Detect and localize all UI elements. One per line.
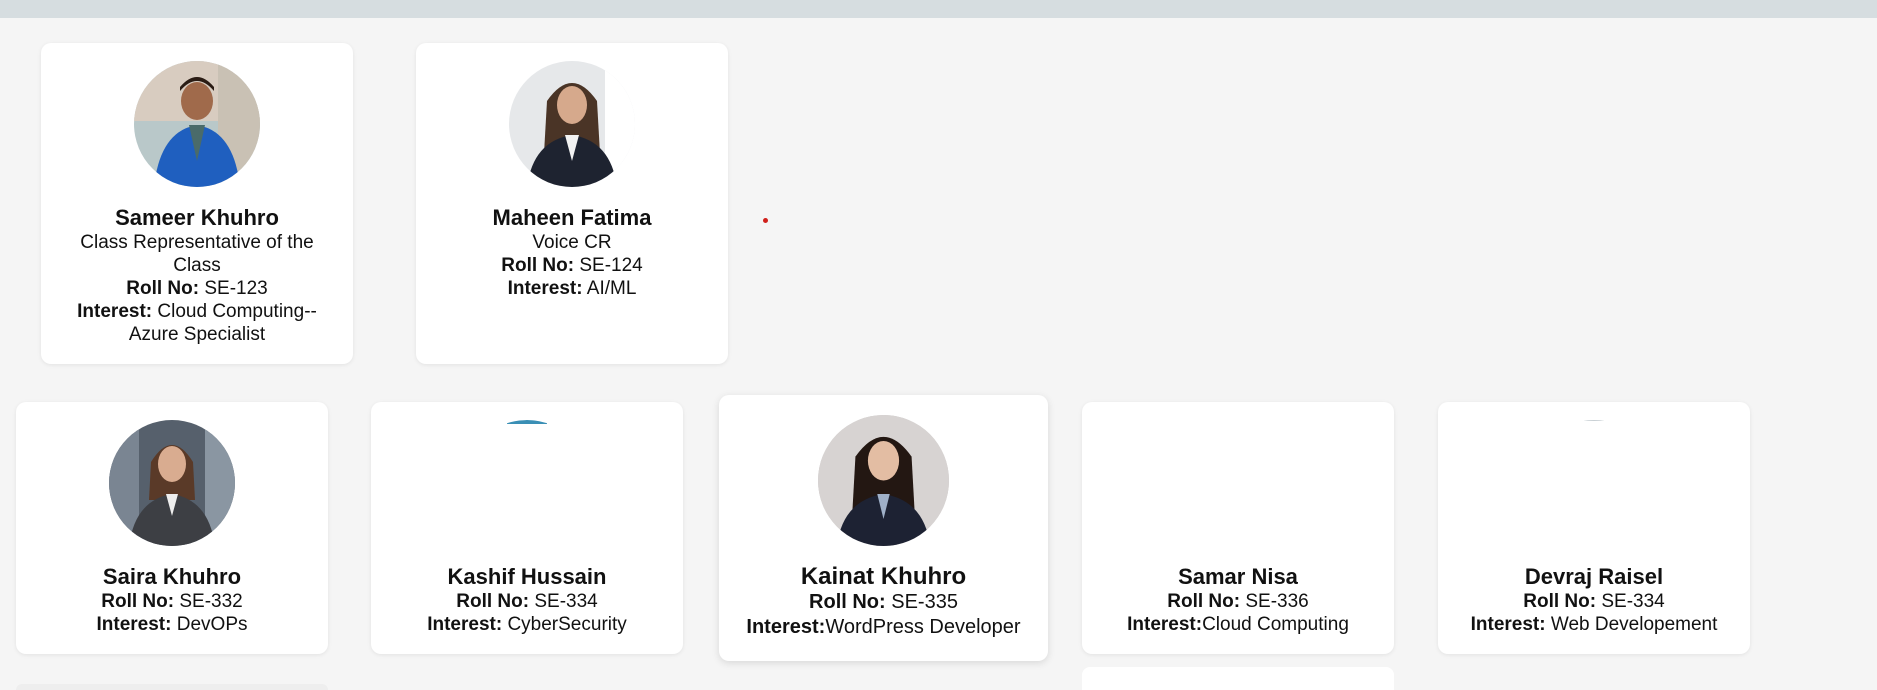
profile-interest: Interest: CyberSecurity (371, 613, 683, 636)
profile-name: Saira Khuhro (102, 564, 242, 589)
profile-roll: Roll No: SE-336 (1082, 590, 1394, 613)
image-fragment-icon (1584, 420, 1604, 421)
interest-value: CyberSecurity (507, 614, 627, 635)
profile-roll: Roll No: SE-332 (16, 590, 328, 613)
profile-role: Voice CR (532, 232, 612, 253)
roll-value: SE-334 (1601, 591, 1665, 612)
roll-value: SE-123 (204, 278, 268, 299)
person-photo-icon (509, 61, 635, 187)
profile-card: Kainat Khuhro Roll No: SE-335 Interest:W… (719, 395, 1048, 661)
profile-interest: Interest:Cloud Computing (1082, 613, 1394, 636)
interest-value: DevOPs (176, 614, 248, 635)
profile-name: Kashif Hussain (447, 564, 607, 589)
profile-interest: Interest: Web Developement (1438, 613, 1750, 636)
avatar (109, 420, 235, 546)
interest-label: Interest: (507, 278, 583, 299)
missing-image-icon (1531, 420, 1657, 546)
profile-roll: Roll No: SE-335 (719, 590, 1048, 615)
profile-interest: Interest: AI/ML (416, 277, 728, 300)
profile-name: Samar Nisa (1178, 564, 1298, 589)
missing-image-icon (1175, 420, 1301, 546)
profile-roll: Roll No: SE-123 (41, 277, 353, 300)
interest-label: Interest: (746, 616, 826, 638)
profile-card: Maheen Fatima Voice CR Roll No: SE-124 I… (416, 43, 728, 364)
roll-label: Roll No: (1523, 591, 1597, 612)
avatar (464, 420, 590, 546)
profile-name: Kainat Khuhro (800, 563, 967, 590)
roll-label: Roll No: (809, 591, 886, 613)
profile-roll: Roll No: SE-334 (371, 590, 683, 613)
roll-label: Roll No: (126, 278, 200, 299)
profile-card: Samar Nisa Roll No: SE-336 Interest:Clou… (1082, 402, 1394, 654)
profile-card: Kashif Hussain Roll No: SE-334 Interest:… (371, 402, 683, 654)
interest-value: Cloud Computing--Azure Specialist (128, 301, 317, 345)
profile-interest: Interest:WordPress Developer (719, 615, 1048, 640)
roll-value: SE-335 (891, 591, 958, 613)
profile-roll: Roll No: SE-334 (1438, 590, 1750, 613)
interest-value: AI/ML (586, 278, 637, 299)
profile-interest: Interest: Cloud Computing--Azure Special… (41, 300, 353, 346)
interest-value: Cloud Computing (1202, 614, 1349, 635)
roll-value: SE-336 (1245, 591, 1309, 612)
broken-image-icon (507, 420, 547, 424)
roll-value: SE-334 (534, 591, 598, 612)
avatar (509, 61, 635, 187)
roll-label: Roll No: (1167, 591, 1241, 612)
roll-value: SE-124 (579, 255, 643, 276)
roll-label: Roll No: (101, 591, 175, 612)
profile-interest: Interest: DevOPs (16, 613, 328, 636)
interest-label: Interest: (1470, 614, 1546, 635)
interest-value: Web Developement (1550, 614, 1718, 635)
profile-card-partial (16, 684, 328, 690)
roll-value: SE-332 (179, 591, 243, 612)
person-photo-icon (109, 420, 235, 546)
profile-name: Sameer Khuhro (115, 205, 279, 230)
interest-label: Interest: (427, 614, 503, 635)
profile-card-partial (1082, 667, 1394, 690)
profile-role: Class Representative of the Class (80, 232, 314, 276)
person-photo-icon (134, 61, 260, 187)
interest-label: Interest: (96, 614, 172, 635)
profile-name: Devraj Raisel (1524, 564, 1664, 589)
profile-card: Devraj Raisel Roll No: SE-334 Interest: … (1438, 402, 1750, 654)
top-bar (0, 0, 1877, 18)
profile-card: Sameer Khuhro Class Representative of th… (41, 43, 353, 364)
interest-label: Interest: (1127, 614, 1203, 635)
profile-card: Saira Khuhro Roll No: SE-332 Interest: D… (16, 402, 328, 654)
profile-roll: Roll No: SE-124 (416, 254, 728, 277)
avatar (134, 61, 260, 187)
interest-label: Interest: (77, 301, 153, 322)
avatar (818, 415, 949, 546)
interest-value: WordPress Developer (825, 616, 1021, 638)
red-dot (763, 218, 768, 223)
roll-label: Roll No: (456, 591, 530, 612)
roll-label: Roll No: (501, 255, 575, 276)
person-photo-icon (818, 415, 949, 546)
profile-name: Maheen Fatima (492, 205, 652, 230)
